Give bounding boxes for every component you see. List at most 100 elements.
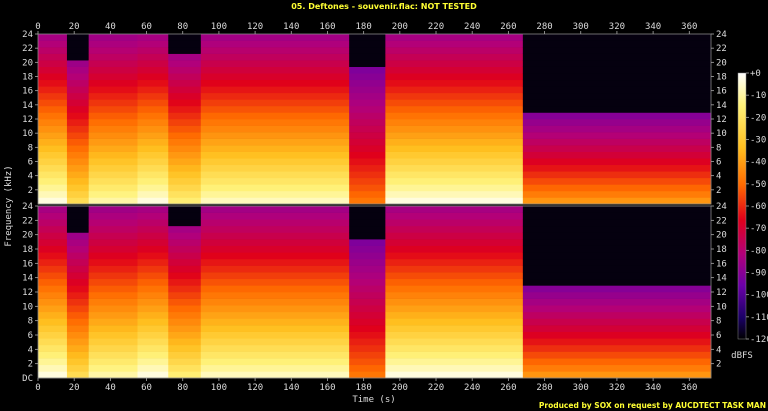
spectrum-band xyxy=(200,40,350,48)
spectrum-band xyxy=(66,190,89,198)
colorbar-tick-label: -90 xyxy=(750,269,766,279)
spectrum-band xyxy=(88,73,138,81)
spectrum-band xyxy=(200,34,350,41)
spectrum-band xyxy=(349,125,386,133)
y-tick-label-right: 2 xyxy=(716,360,721,370)
spectrum-band xyxy=(349,177,386,185)
spectrum-band xyxy=(385,364,524,372)
spectrum-band xyxy=(66,371,89,379)
spectrum-band xyxy=(38,331,68,339)
spectrum-band xyxy=(66,66,89,74)
y-tick-label: 8 xyxy=(28,317,33,327)
spectrum-band xyxy=(522,292,712,299)
y-tick-label: 12 xyxy=(22,115,33,125)
spectrum-band xyxy=(168,292,202,299)
y-tick-label-right: 6 xyxy=(716,158,721,168)
spectrum-band xyxy=(385,171,524,179)
spectrum-band xyxy=(522,145,712,152)
spectrum-band xyxy=(200,105,350,113)
x-tick-label-top: 340 xyxy=(645,22,661,32)
spectrum-band xyxy=(137,60,169,67)
spectrum-band xyxy=(88,358,138,366)
spectrum-band xyxy=(522,344,712,352)
spectrum-band xyxy=(137,73,169,81)
spectrum-band xyxy=(522,138,712,146)
spectrum-band xyxy=(88,184,138,192)
spectrum-band xyxy=(349,245,386,253)
x-tick-label-top: 200 xyxy=(392,22,408,32)
spectrum-band xyxy=(522,34,711,41)
x-tick-label-top: 360 xyxy=(681,22,697,32)
spectrum-band xyxy=(522,311,712,319)
spectrum-band xyxy=(38,53,68,61)
colorbar-tick-label: +0 xyxy=(750,69,761,79)
spectrum-band xyxy=(137,351,169,359)
spectrum-band xyxy=(66,318,89,326)
upper-channel-spectrogram xyxy=(38,34,712,205)
y-tick-label-right: 14 xyxy=(716,274,727,284)
spectrum-band xyxy=(168,351,202,359)
spectrum-band xyxy=(66,73,89,81)
spectrum-band xyxy=(522,125,712,133)
spectrum-band xyxy=(349,351,386,359)
spectrum-band xyxy=(137,212,169,220)
y-tick-label-right: 18 xyxy=(716,245,727,255)
spectrum-band xyxy=(385,105,524,113)
spectrum-band xyxy=(66,364,89,372)
spectrum-band xyxy=(38,125,68,133)
spectrum-band xyxy=(349,119,386,126)
spectrum-band xyxy=(349,184,386,192)
spectrum-band xyxy=(168,225,202,233)
y-tick-label-right: 18 xyxy=(716,73,727,83)
spectrum-band xyxy=(385,212,524,220)
spectrum-band xyxy=(88,245,138,253)
y-tick-label: 16 xyxy=(22,87,33,97)
spectrum-band xyxy=(88,292,138,299)
spectrum-band xyxy=(66,344,89,352)
spectrum-band xyxy=(385,151,524,159)
spectrum-band xyxy=(349,344,386,352)
spectrum-band xyxy=(38,79,68,87)
spectrum-band xyxy=(168,232,202,240)
spectrum-band xyxy=(168,119,202,126)
x-tick-label-top: 240 xyxy=(464,22,480,32)
spectrum-band xyxy=(66,132,89,139)
spectrum-band xyxy=(522,47,711,54)
spectrum-band xyxy=(200,60,350,67)
y-tick-label-right: 4 xyxy=(716,172,721,182)
spectrum-band xyxy=(38,371,68,379)
spectrum-band xyxy=(349,371,386,379)
spectrum-band xyxy=(385,272,524,280)
spectrum-band xyxy=(38,92,68,100)
spectrum-band xyxy=(88,60,138,67)
spectrum-band xyxy=(385,358,524,366)
spectrum-band xyxy=(66,311,89,319)
spectrum-band xyxy=(66,112,89,120)
x-tick-label-top: 80 xyxy=(177,22,188,32)
spectrum-band xyxy=(349,66,386,74)
y-tick-label-right: 12 xyxy=(716,115,727,125)
spectrum-band xyxy=(66,171,89,179)
spectrum-band xyxy=(137,53,169,61)
spectrum-band xyxy=(349,285,386,293)
spectrum-band xyxy=(385,92,524,100)
spectrum-band xyxy=(168,73,202,81)
spectrum-band xyxy=(522,305,712,313)
spectrum-band xyxy=(168,258,202,266)
spectrum-band xyxy=(66,125,89,133)
spectrum-band xyxy=(38,292,68,299)
spectrum-band xyxy=(38,66,68,74)
spectrum-band xyxy=(38,212,68,220)
spectrum-band xyxy=(200,132,350,139)
spectrum-band xyxy=(66,151,89,159)
spectrum-band xyxy=(137,177,169,185)
spectrum-band xyxy=(38,285,68,293)
spectrum-band xyxy=(88,206,138,213)
spectrum-band xyxy=(168,158,202,166)
spectrum-band xyxy=(137,206,169,213)
spectrum-band xyxy=(88,232,138,240)
spectrum-band xyxy=(66,278,89,286)
spectrum-band xyxy=(349,60,386,67)
spectrum-band xyxy=(522,239,711,246)
spectrum-band xyxy=(38,34,68,41)
